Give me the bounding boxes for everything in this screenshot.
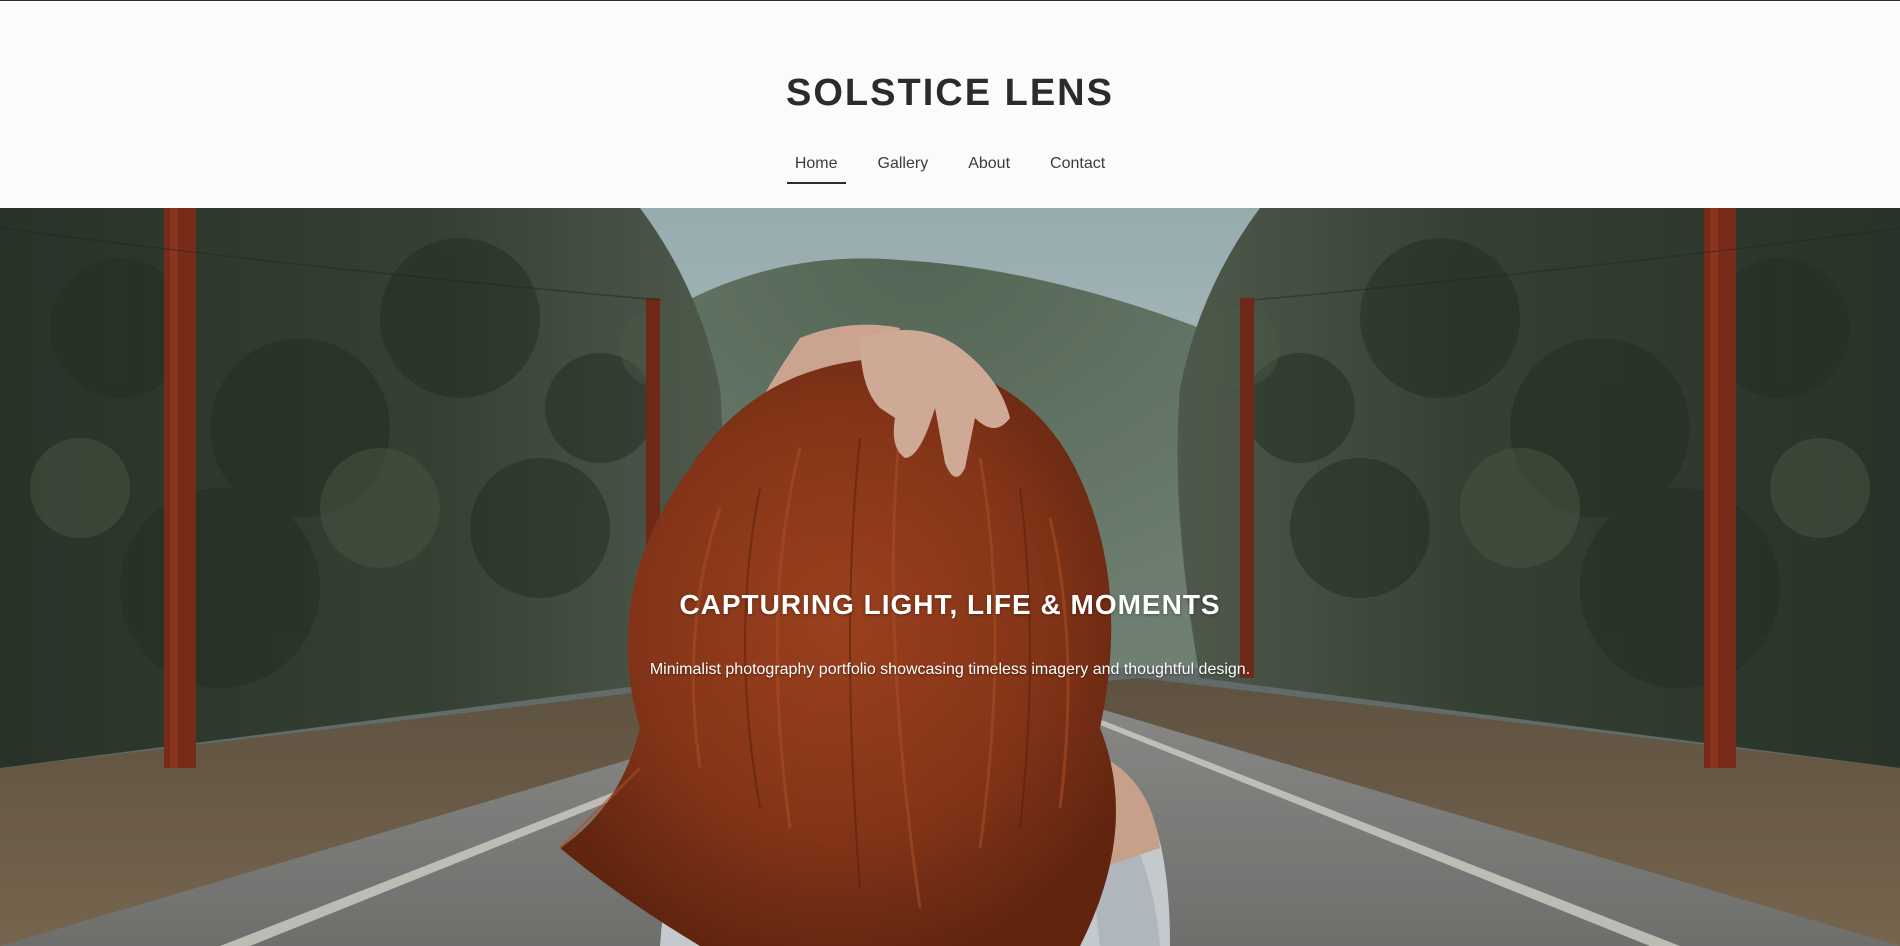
nav-about-link[interactable]: About [960,154,1018,184]
hero-content: CAPTURING LIGHT, LIFE & MOMENTS Minimali… [0,588,1900,680]
hero-subtext: Minimalist photography portfolio showcas… [649,661,1251,678]
site-title[interactable]: SOLSTICE LENS [0,71,1900,115]
page: SOLSTICE LENS Home Gallery About Contact [0,0,1900,946]
main-nav: Home Gallery About Contact [0,154,1900,184]
hero-overlay [0,208,1900,946]
nav-contact-link[interactable]: Contact [1042,154,1113,184]
nav-home-link[interactable]: Home [786,154,846,184]
hero-heading: CAPTURING LIGHT, LIFE & MOMENTS [679,589,1221,620]
nav-gallery-link[interactable]: Gallery [870,154,937,184]
site-header: SOLSTICE LENS Home Gallery About Contact [0,0,1900,208]
hero-section: CAPTURING LIGHT, LIFE & MOMENTS Minimali… [0,208,1900,946]
